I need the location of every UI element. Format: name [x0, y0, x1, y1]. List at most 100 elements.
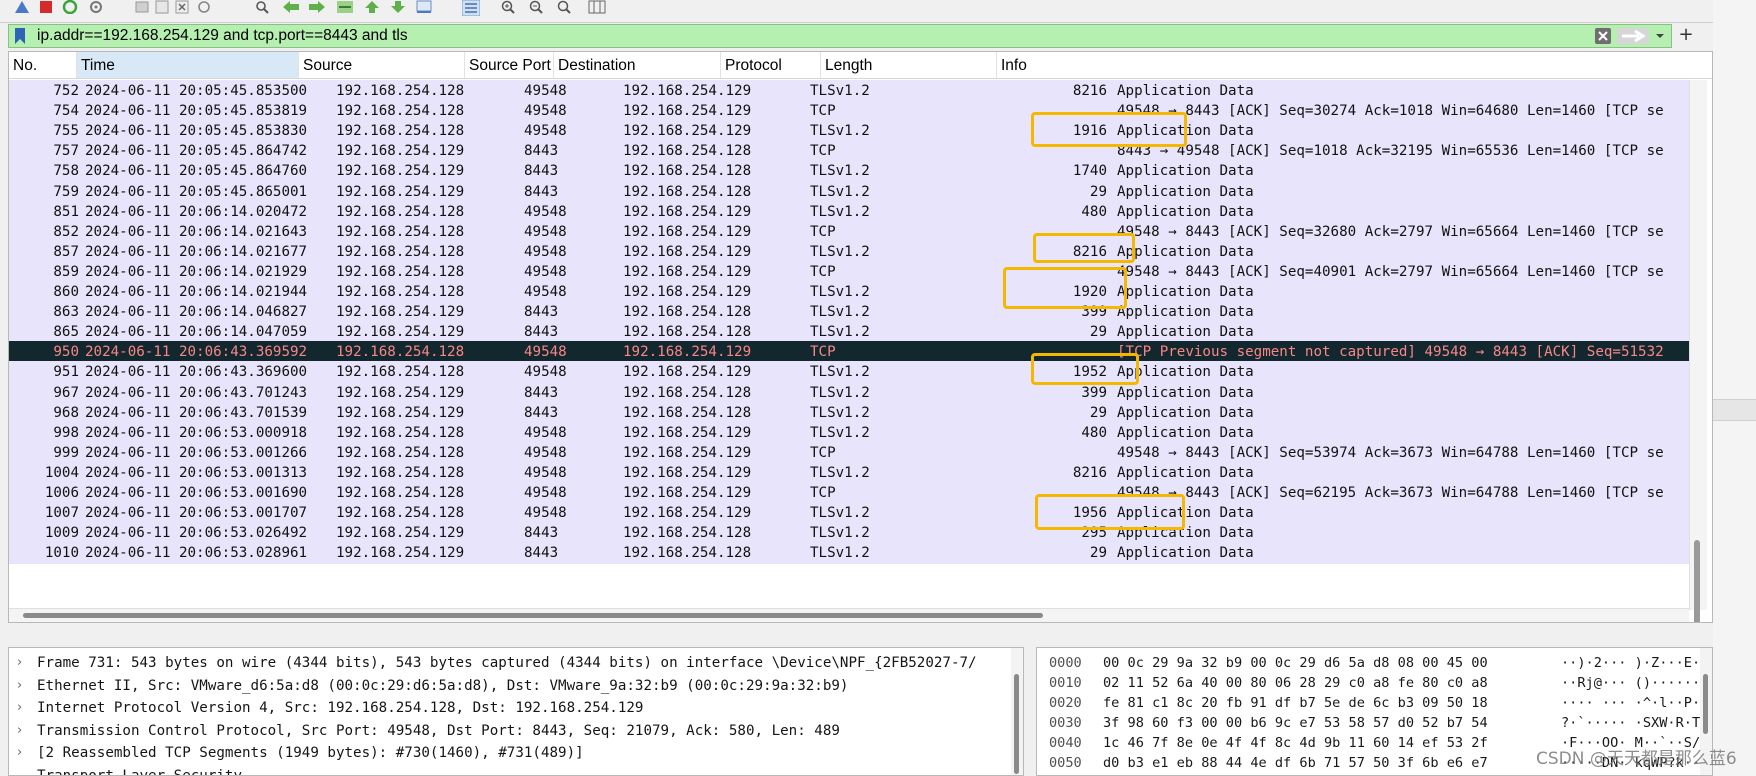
packet-list-horizontal-scrollbar[interactable] — [9, 608, 1689, 622]
reload-file-icon[interactable] — [196, 0, 216, 16]
packet-row[interactable]: 865 2024-06-11 20:06:14.047059 192.168.254… — [9, 321, 1689, 344]
open-file-icon[interactable] — [134, 0, 154, 16]
packet-number: 752 — [53, 83, 79, 99]
packet-row[interactable]: 860 2024-06-11 20:06:14.021944 192.168.254… — [9, 281, 1689, 303]
go-to-packet-icon[interactable] — [336, 0, 356, 16]
column-header-destination[interactable]: Destination — [554, 52, 721, 78]
chevron-down-icon[interactable]: ⌄ — [17, 765, 31, 776]
packet-protocol: TLSv1.2 — [810, 243, 870, 260]
column-header-no[interactable]: No. — [9, 52, 77, 78]
packet-row[interactable]: 1004 2024-06-11 20:06:53.001313 192.168.25… — [9, 461, 1689, 484]
apply-filter-icon[interactable] — [1617, 28, 1649, 44]
clear-filter-icon[interactable] — [1595, 28, 1611, 44]
capture-options-icon[interactable] — [88, 0, 108, 16]
save-file-icon[interactable] — [154, 0, 174, 16]
add-filter-button[interactable]: + — [1676, 25, 1696, 45]
scrollbar-thumb[interactable] — [23, 613, 1043, 618]
chevron-right-icon[interactable]: › — [17, 720, 31, 742]
details-tree-item[interactable]: › [2 Reassembled TCP Segments (1949 bytes… — [9, 742, 1009, 764]
column-header-source-port[interactable]: Source Port — [465, 52, 554, 78]
packet-source-port: 49548 — [524, 203, 567, 220]
details-vertical-scrollbar[interactable] — [1011, 648, 1023, 775]
packet-row[interactable]: 951 2024-06-11 20:06:43.369600 192.168.254… — [9, 361, 1689, 384]
details-tree-item[interactable]: › Internet Protocol Version 4, Src: 192.1… — [9, 697, 1009, 719]
selected-packet-row[interactable]: 950 2024-06-11 20:06:43.369592 192.168.254… — [9, 341, 1689, 364]
packet-row[interactable]: 998 2024-06-11 20:06:53.000918 192.168.254… — [9, 421, 1689, 444]
details-tree-item[interactable]: › Ethernet II, Src: VMware_d6:5a:d8 (00:0… — [9, 675, 1009, 697]
close-file-icon[interactable] — [174, 0, 194, 16]
packet-row[interactable]: 857 2024-06-11 20:06:14.021677 192.168.254… — [9, 240, 1689, 263]
packet-row[interactable]: 752 2024-06-11 20:05:45.853500 192.168.254… — [9, 80, 1689, 102]
bytes-row[interactable]: 0010 02 11 52 6a 40 00 80 06 28 29 c0 a8 … — [1037, 672, 1712, 694]
packet-list-vertical-scrollbar[interactable] — [1689, 80, 1707, 622]
details-tree-item[interactable]: › Frame 731: 543 bytes on wire (4344 bits… — [9, 652, 1009, 674]
find-packet-icon[interactable] — [254, 0, 274, 16]
packet-row[interactable]: 757 2024-06-11 20:05:45.864742 192.168.254… — [9, 140, 1689, 163]
packet-length: 8216 — [1072, 464, 1107, 481]
packet-source-port: 49548 — [524, 464, 567, 481]
packet-length: 480 — [1081, 203, 1107, 220]
shark-fin-icon[interactable] — [14, 0, 34, 16]
packet-row[interactable]: 851 2024-06-11 20:06:14.020472 192.168.254… — [9, 200, 1689, 223]
chevron-right-icon[interactable]: › — [17, 675, 31, 697]
zoom-out-icon[interactable] — [528, 0, 548, 16]
bytes-row[interactable]: 0030 3f 98 60 f3 00 00 b6 9c e7 53 58 57 … — [1037, 712, 1712, 734]
column-header-protocol[interactable]: Protocol — [721, 52, 821, 78]
stop-capture-icon[interactable] — [38, 0, 58, 16]
packet-row[interactable]: 758 2024-06-11 20:05:45.864760 192.168.254… — [9, 160, 1689, 183]
chevron-right-icon[interactable]: › — [17, 742, 31, 764]
bookmark-icon[interactable] — [15, 28, 25, 44]
packet-row[interactable]: 968 2024-06-11 20:06:43.701539 192.168.254… — [9, 401, 1689, 424]
go-forward-icon[interactable] — [308, 0, 328, 16]
column-header-info[interactable]: Info — [997, 52, 1697, 78]
bytes-row[interactable]: 0000 00 0c 29 9a 32 b9 00 0c 29 d6 5a d8 … — [1037, 652, 1712, 674]
background-window-band — [1713, 399, 1756, 421]
zoom-in-icon[interactable] — [500, 0, 520, 16]
chevron-right-icon[interactable]: › — [17, 652, 31, 674]
packet-time: 2024-06-11 20:06:14.021944 — [85, 284, 308, 300]
go-back-icon[interactable] — [282, 0, 302, 16]
chevron-right-icon[interactable]: › — [17, 697, 31, 719]
packet-protocol: TLSv1.2 — [810, 424, 870, 441]
packet-row[interactable]: 999 2024-06-11 20:06:53.001266 192.168.254… — [9, 441, 1689, 464]
packet-row[interactable]: 754 2024-06-11 20:05:45.853819 192.168.254… — [9, 100, 1689, 123]
details-tree-item-label: Internet Protocol Version 4, Src: 192.16… — [37, 700, 644, 716]
column-header-source[interactable]: Source — [299, 52, 465, 78]
go-first-icon[interactable] — [364, 0, 384, 16]
chevron-down-icon[interactable] — [1653, 28, 1667, 44]
packet-row[interactable]: 1007 2024-06-11 20:06:53.001707 192.168.25… — [9, 502, 1689, 525]
display-filter-bar: ip.addr==192.168.254.129 and tcp.port==8… — [8, 24, 1672, 48]
scrollbar-thumb[interactable] — [1694, 540, 1700, 622]
packet-row[interactable]: 759 2024-06-11 20:05:45.865001 192.168.254… — [9, 180, 1689, 203]
scrollbar-thumb[interactable] — [1703, 674, 1708, 734]
resize-columns-icon[interactable] — [588, 0, 608, 16]
bytes-row[interactable]: 0060 91 63 f9 2c eb ad 85 91 2d 09 9a 57 … — [1037, 772, 1712, 775]
packet-protocol: TLSv1.2 — [810, 203, 870, 220]
colorize-icon[interactable] — [462, 0, 482, 16]
column-header-time[interactable]: Time — [77, 52, 299, 78]
packet-row[interactable]: 863 2024-06-11 20:06:14.046827 192.168.254… — [9, 301, 1689, 324]
go-last-icon[interactable] — [390, 0, 410, 16]
packet-row[interactable]: 1009 2024-06-11 20:06:53.026492 192.168.25… — [9, 522, 1689, 545]
packet-row[interactable]: 755 2024-06-11 20:05:45.853830 192.168.254… — [9, 120, 1689, 143]
scrollbar-thumb[interactable] — [1014, 674, 1019, 774]
details-tree-item[interactable]: › Transmission Control Protocol, Src Port… — [9, 720, 1009, 742]
packet-row[interactable]: 852 2024-06-11 20:06:14.021643 192.168.254… — [9, 220, 1689, 243]
packet-time: 2024-06-11 20:06:53.001690 — [85, 485, 308, 501]
packet-row[interactable]: 1010 2024-06-11 20:06:53.028961 192.168.25… — [9, 542, 1689, 565]
packet-number: 951 — [53, 364, 79, 381]
restart-capture-icon[interactable] — [62, 0, 82, 16]
packet-time: 2024-06-11 20:06:53.026492 — [85, 525, 308, 542]
details-tree-item[interactable]: ⌄ Transport Layer Security — [9, 765, 1009, 776]
packet-row[interactable]: 967 2024-06-11 20:06:43.701243 192.168.254… — [9, 381, 1689, 404]
bytes-row[interactable]: 0020 fe 81 c1 8c 20 fb 91 df b7 5e de 6c … — [1037, 692, 1712, 714]
packet-protocol: TLSv1.2 — [810, 505, 870, 522]
auto-scroll-icon[interactable] — [416, 0, 436, 16]
packet-source-port: 49548 — [524, 123, 567, 140]
packet-row[interactable]: 859 2024-06-11 20:06:14.021929 192.168.254… — [9, 260, 1689, 283]
normal-size-icon[interactable] — [556, 0, 576, 16]
column-header-length[interactable]: Length — [821, 52, 997, 78]
display-filter-input[interactable]: ip.addr==192.168.254.129 and tcp.port==8… — [37, 25, 408, 47]
packet-row[interactable]: 1006 2024-06-11 20:06:53.001690 192.168.25… — [9, 482, 1689, 504]
packet-protocol: TLSv1.2 — [810, 163, 870, 180]
